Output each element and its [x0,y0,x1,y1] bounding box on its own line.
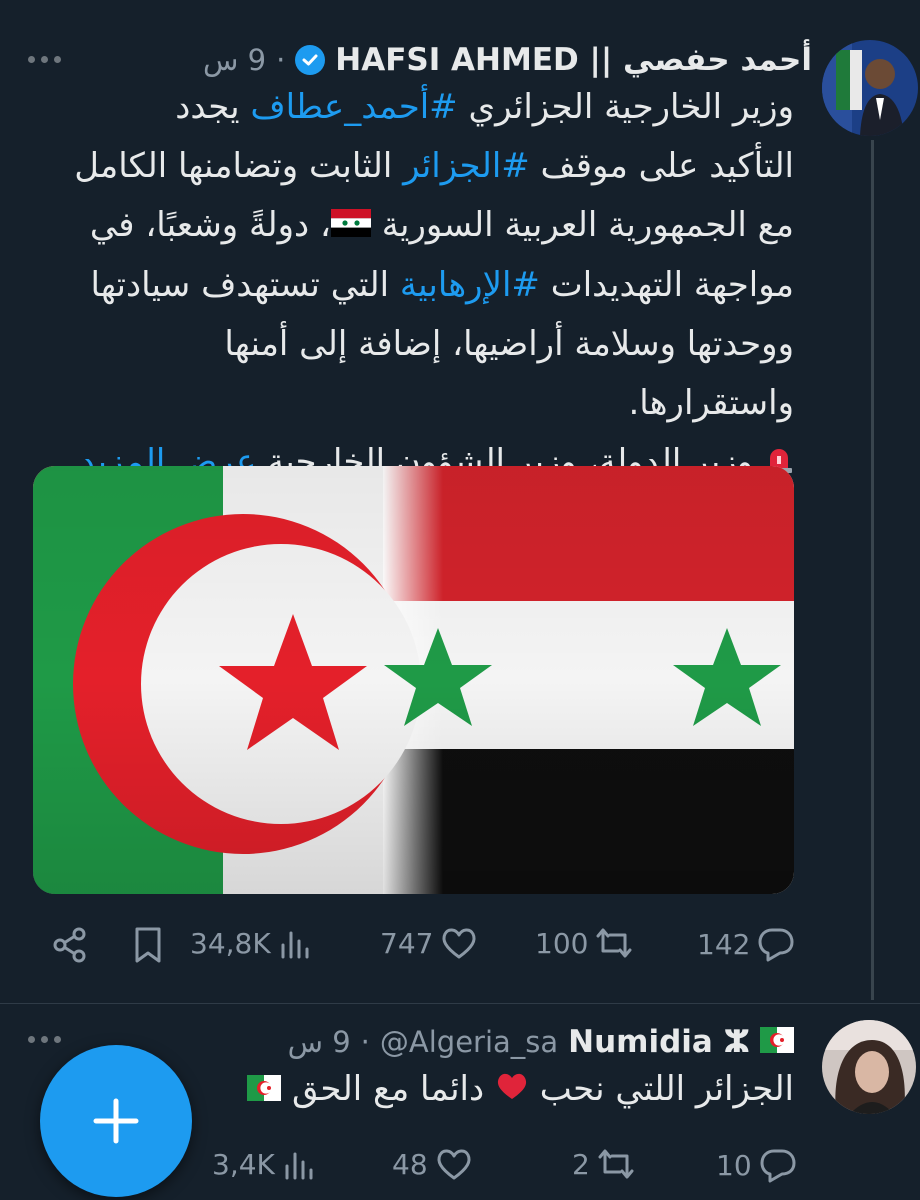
bookmark-button[interactable] [130,925,166,965]
plus-icon [93,1098,139,1144]
algeria-flag-emoji-icon [760,1027,794,1057]
like-count: 747 [380,926,434,960]
share-icon [53,927,86,963]
retweet-count: 100 [535,926,589,960]
tweet-header: Numidia ⵣ @Algeria_sa · 9 س [288,1024,794,1060]
tweet-image-flags[interactable] [33,466,794,894]
timestamp[interactable]: 9 س [288,1025,351,1059]
avatar[interactable] [822,40,918,136]
retweet-button[interactable]: 2 [572,1146,636,1182]
reply-icon [760,1149,796,1183]
share-button[interactable] [50,925,90,965]
red-heart-icon [495,1061,529,1120]
views-button[interactable]: 3,4K [212,1146,317,1182]
syria-flag-emoji-icon [330,197,371,256]
timestamp[interactable]: 9 س [203,43,266,77]
retweet-count: 2 [572,1147,590,1181]
like-button[interactable]: 747 [380,925,479,961]
retweet-icon [598,1149,634,1179]
like-count: 48 [392,1147,428,1181]
algeria-flag-emoji-icon [247,1061,282,1120]
like-button[interactable]: 48 [392,1146,474,1182]
retweet-button[interactable]: 100 [535,925,634,961]
reply-count: 10 [716,1148,752,1182]
compose-button[interactable] [40,1045,192,1197]
retweet-icon [596,928,632,958]
reply-count: 142 [697,927,751,961]
bookmark-icon [135,927,161,963]
tweet-text: وزير الخارجية الجزائري #أحمد_عطاف يجدد ا… [24,78,794,493]
reply-button[interactable]: 142 [697,925,796,963]
verified-badge-icon [295,45,326,75]
views-count: 34,8K [190,926,271,960]
tweet-header: أحمد حفصي || HAFSI AHMED · 9 س [203,42,812,78]
views-count: 3,4K [212,1147,275,1181]
display-name[interactable]: Numidia ⵣ [568,1024,750,1060]
display-name[interactable]: أحمد حفصي || HAFSI AHMED [335,42,812,78]
avatar[interactable] [822,1020,916,1114]
separator-dot: · [360,1025,370,1059]
views-icon [281,931,309,959]
hashtag-link[interactable]: #الإرهابية [400,265,540,305]
separator-dot: · [276,43,286,77]
heart-icon [437,1149,471,1180]
heart-icon [442,928,476,959]
reply-button[interactable]: 10 [716,1146,798,1184]
thread-line [871,140,874,1000]
handle[interactable]: @Algeria_sa [380,1025,558,1059]
hashtag-link[interactable]: #الجزائر [403,146,530,186]
views-icon [285,1152,313,1180]
reply-icon [758,928,794,962]
tweet-1[interactable]: أحمد حفصي || HAFSI AHMED · 9 س وزير الخا… [0,0,920,1000]
views-button[interactable]: 34,8K [190,925,313,961]
tweet-1-actions: 34,8K 747 100 142 [0,920,920,970]
more-options-icon[interactable] [28,56,61,63]
hashtag-link[interactable]: #أحمد_عطاف [250,87,457,127]
more-options-icon[interactable] [28,1036,61,1043]
